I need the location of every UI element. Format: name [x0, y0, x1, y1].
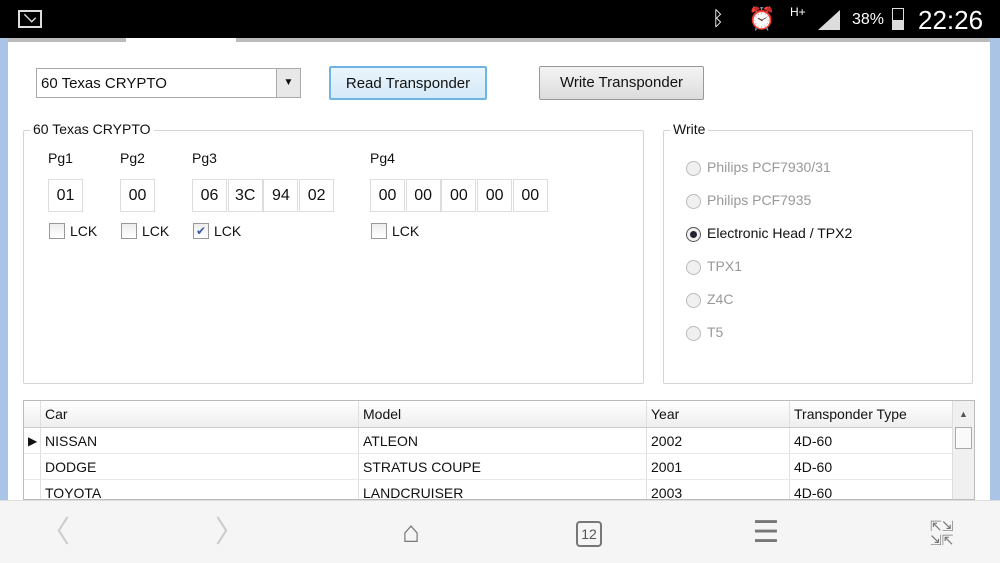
page-label: Pg1 [48, 150, 73, 166]
table-cell: 2002 [646, 428, 682, 453]
byte-field[interactable]: 06 [192, 179, 227, 212]
table-row[interactable]: DODGE STRATUS COUPE 2001 4D-60 [24, 454, 974, 480]
scrollbar[interactable]: ▲ [952, 401, 974, 499]
table-cell: 4D-60 [789, 454, 832, 479]
table-cell: TOYOTA [40, 480, 101, 499]
lock-label: LCK [142, 223, 170, 239]
read-transponder-button[interactable]: Read Transponder [329, 66, 487, 100]
write-option-radio[interactable]: Electronic Head / TPX2 [686, 225, 852, 242]
forward-icon[interactable]: 〉 [215, 515, 245, 551]
tab-strip[interactable] [236, 38, 990, 42]
column-header-model[interactable]: Model [358, 401, 401, 427]
write-option-label: TPX1 [707, 258, 743, 274]
write-option-radio[interactable]: TPX1 [686, 258, 742, 275]
table-header: Car Model Year Transponder Type [24, 401, 974, 428]
lock-label: LCK [392, 223, 420, 239]
write-option-radio[interactable]: Philips PCF7935 [686, 192, 811, 209]
scrollbar-thumb[interactable] [955, 427, 972, 449]
lock-checkbox[interactable] [371, 223, 387, 239]
write-transponder-button[interactable]: Write Transponder [539, 66, 704, 100]
byte-field[interactable]: 00 [120, 179, 155, 212]
column-header-transponder-type[interactable]: Transponder Type [789, 401, 907, 427]
page-label: Pg3 [192, 150, 217, 166]
table-cell: NISSAN [40, 428, 97, 453]
table-cell: DODGE [40, 454, 96, 479]
lock-checkbox[interactable] [49, 223, 65, 239]
write-option-label: Electronic Head / TPX2 [707, 225, 853, 241]
scroll-up-icon[interactable]: ▲ [953, 401, 974, 427]
table-cell: 2003 [646, 480, 682, 499]
lock-label: LCK [214, 223, 242, 239]
table-row[interactable]: ▶ NISSAN ATLEON 2002 4D-60 [24, 428, 974, 454]
tab-strip[interactable] [8, 38, 126, 42]
chevron-down-icon[interactable]: ▼ [276, 69, 300, 97]
battery-percent: 38% [852, 11, 885, 28]
byte-field[interactable]: 00 [512, 179, 548, 212]
write-option-label: Philips PCF7935 [707, 192, 812, 208]
byte-field[interactable]: 00 [441, 179, 477, 212]
radio-icon[interactable] [686, 325, 701, 341]
byte-field[interactable]: 00 [370, 179, 405, 212]
table-cell: 2001 [646, 454, 682, 479]
data-group: 60 Texas CRYPTO [23, 121, 644, 384]
back-icon[interactable]: 〈 [40, 515, 70, 551]
table-cell: 4D-60 [789, 428, 832, 453]
table-cell: STRATUS COUPE [358, 454, 481, 479]
alarm-icon: ⏰ [748, 6, 776, 31]
lock-checkbox[interactable] [121, 223, 137, 239]
radio-icon[interactable] [686, 292, 701, 308]
table-cell: LANDCRUISER [358, 480, 463, 499]
write-group-title: Write [670, 121, 709, 137]
browser-nav-bar: 〈 〉 ⌂ 12 ☰ ⇱⇲ ⇲⇱ [0, 500, 1000, 563]
radio-icon[interactable] [686, 259, 701, 275]
byte-field[interactable]: 3C [227, 179, 263, 212]
bluetooth-icon: ᛒ [712, 8, 724, 30]
byte-field[interactable]: 01 [48, 179, 83, 212]
fullscreen-icon[interactable]: ⇱⇲ ⇲⇱ [930, 519, 953, 547]
write-option-radio[interactable]: Z4C [686, 291, 733, 308]
column-header-year[interactable]: Year [646, 401, 679, 427]
signal-icon [818, 10, 840, 30]
byte-field[interactable]: 02 [299, 179, 335, 212]
byte-field[interactable]: 00 [477, 179, 513, 212]
table-cell: 4D-60 [789, 480, 832, 499]
page-label: Pg4 [370, 150, 395, 166]
write-option-label: T5 [707, 324, 724, 340]
data-group-title: 60 Texas CRYPTO [30, 121, 154, 137]
network-type: H+ [790, 5, 806, 19]
write-option-label: Philips PCF7930/31 [707, 159, 831, 175]
radio-icon[interactable] [686, 226, 701, 242]
lock-label: LCK [70, 223, 98, 239]
byte-field[interactable]: 00 [405, 179, 441, 212]
transponder-select[interactable]: 60 Texas CRYPTO ▼ [36, 68, 301, 98]
menu-icon[interactable]: ☰ [750, 515, 782, 551]
write-option-radio[interactable]: Philips PCF7930/31 [686, 159, 831, 176]
radio-icon[interactable] [686, 160, 701, 176]
row-pointer-icon: ▶ [28, 434, 38, 448]
battery-icon [892, 8, 904, 30]
car-table: Car Model Year Transponder Type ▶ NISSAN A… [23, 400, 975, 500]
radio-icon[interactable] [686, 193, 701, 209]
byte-field[interactable]: 94 [263, 179, 299, 212]
status-bar: ᛒ ⏰ H+ 38% 22:26 [0, 0, 1000, 38]
table-row[interactable]: TOYOTA LANDCRUISER 2003 4D-60 [24, 480, 974, 499]
mail-icon [18, 10, 42, 28]
write-option-label: Z4C [707, 291, 734, 307]
clock: 22:26 [918, 5, 984, 35]
transponder-select-value: 60 Texas CRYPTO [41, 75, 167, 92]
table-cell: ATLEON [358, 428, 418, 453]
tabs-button[interactable]: 12 [576, 521, 602, 547]
home-icon[interactable]: ⌂ [393, 515, 429, 551]
write-option-radio[interactable]: T5 [686, 324, 723, 341]
column-header-car[interactable]: Car [40, 401, 68, 427]
page-label: Pg2 [120, 150, 145, 166]
lock-checkbox[interactable]: ✔ [193, 223, 209, 239]
